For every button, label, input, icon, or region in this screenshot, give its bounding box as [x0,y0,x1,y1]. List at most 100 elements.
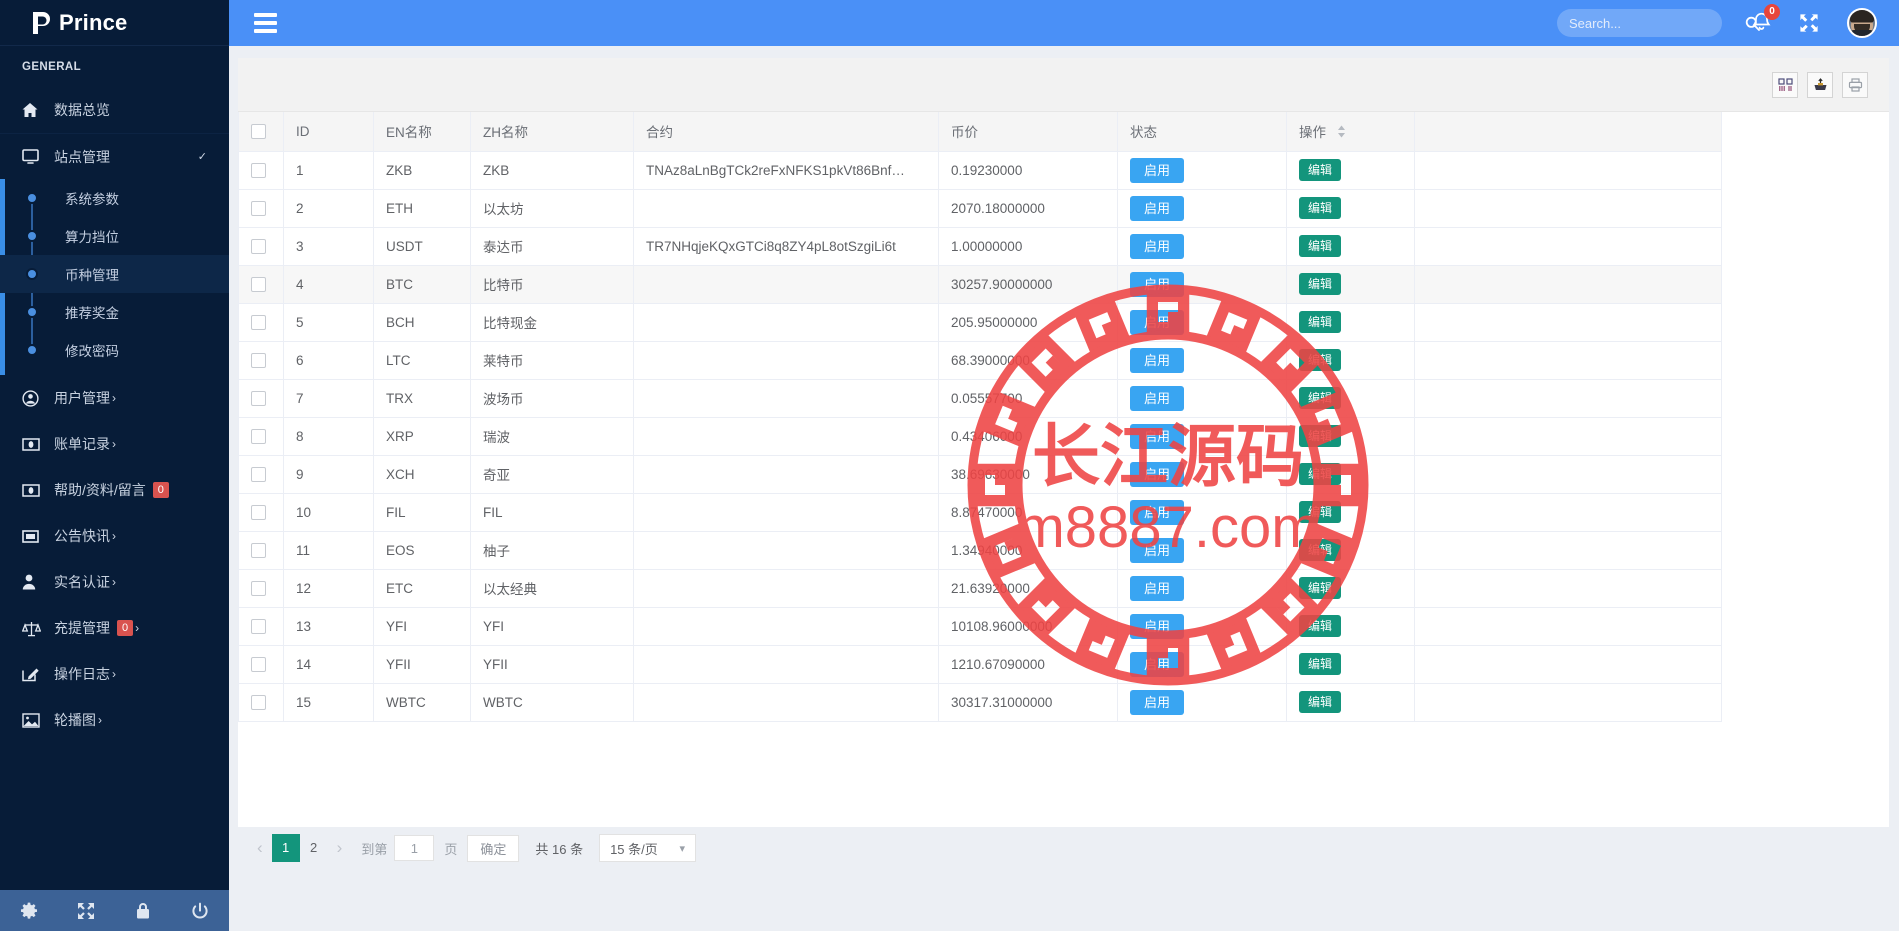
search-input[interactable] [1569,15,1745,31]
table-row[interactable]: 6 LTC 莱特币 68.39000000 启用 编辑 [238,341,1722,380]
sidebar-item-billing-records[interactable]: 账单记录 › [0,421,229,467]
search-box[interactable] [1557,9,1760,37]
row-checkbox[interactable] [251,276,266,292]
enable-button[interactable]: 启用 [1130,537,1185,563]
table-row[interactable]: 13 YFI YFI 10108.96000000 启用 编辑 [238,607,1722,646]
row-checkbox[interactable] [251,542,266,558]
table-row[interactable]: 2 ETH 以太坊 2070.18000000 启用 编辑 [238,189,1722,228]
row-checkbox[interactable] [251,504,266,520]
export-icon[interactable] [1807,71,1833,98]
edit-button[interactable]: 编辑 [1299,425,1342,447]
table-row[interactable]: 7 TRX 波场币 0.05557700 启用 编辑 [238,379,1722,418]
table-row[interactable]: 1 ZKB ZKB TNAz8aLnBgTCk2reFxNFKS1pkVt86Bnf…… [238,151,1722,190]
edit-button[interactable]: 编辑 [1299,273,1342,295]
enable-button[interactable]: 启用 [1130,423,1185,449]
sidebar-subitem-system-params[interactable]: 系统参数 [0,179,229,217]
sidebar-item-operation-log[interactable]: 操作日志 › [0,651,229,697]
row-checkbox[interactable] [251,618,266,634]
table-row[interactable]: 15 WBTC WBTC 30317.31000000 启用 编辑 [238,683,1722,722]
expand-arrows-icon[interactable] [1799,13,1819,33]
sidebar-subitem-referral-bonus[interactable]: 推荐奖金 [0,293,229,331]
edit-button[interactable]: 编辑 [1299,463,1342,485]
row-checkbox[interactable] [251,162,266,178]
edit-button[interactable]: 编辑 [1299,159,1342,181]
page-size-select[interactable]: 15 条/页 ▾ [599,834,697,862]
sidebar-item-help-docs-messages[interactable]: 帮助/资料/留言 0 [0,467,229,513]
row-checkbox[interactable] [251,466,266,482]
enable-button[interactable]: 启用 [1130,195,1185,221]
row-checkbox[interactable] [251,314,266,330]
table-row[interactable]: 8 XRP 瑞波 0.43406000 启用 编辑 [238,417,1722,456]
edit-button[interactable]: 编辑 [1299,615,1342,637]
enable-button[interactable]: 启用 [1130,461,1185,487]
col-id[interactable]: ID [283,112,374,152]
col-zh-name[interactable]: ZH名称 [470,112,634,152]
enable-button[interactable]: 启用 [1130,613,1185,639]
enable-button[interactable]: 启用 [1130,689,1185,715]
sidebar-item-user-management[interactable]: 用户管理 › [0,375,229,421]
edit-button[interactable]: 编辑 [1299,691,1342,713]
sidebar-item-site-management[interactable]: 站点管理 ✓ [0,133,229,179]
enable-button[interactable]: 启用 [1130,271,1185,297]
enable-button[interactable]: 启用 [1130,157,1185,183]
columns-icon[interactable] [1772,71,1798,98]
col-contract[interactable]: 合约 [633,112,939,152]
enable-button[interactable]: 启用 [1130,651,1185,677]
sidebar-item-announcements[interactable]: 公告快讯 › [0,513,229,559]
page-button-2[interactable]: 2 [300,834,328,862]
sort-icon[interactable] [1337,125,1346,141]
col-action[interactable]: 操作 [1286,112,1415,152]
sidebar-item-kyc[interactable]: 实名认证 › [0,559,229,605]
col-status[interactable]: 状态 [1117,112,1287,152]
table-row[interactable]: 11 EOS 柚子 1.34940000 启用 编辑 [238,531,1722,570]
enable-button[interactable]: 启用 [1130,575,1185,601]
col-price[interactable]: 币价 [938,112,1118,152]
edit-button[interactable]: 编辑 [1299,501,1342,523]
row-checkbox[interactable] [251,352,266,368]
print-icon[interactable] [1842,71,1868,98]
sidebar-subitem-change-password[interactable]: 修改密码 [0,331,229,369]
enable-button[interactable]: 启用 [1130,347,1185,373]
table-row[interactable]: 5 BCH 比特现金 205.95000000 启用 编辑 [238,303,1722,342]
edit-button[interactable]: 编辑 [1299,653,1342,675]
table-row[interactable]: 9 XCH 奇亚 38.69630000 启用 编辑 [238,455,1722,494]
row-checkbox[interactable] [251,200,266,216]
edit-button[interactable]: 编辑 [1299,349,1342,371]
enable-button[interactable]: 启用 [1130,233,1185,259]
edit-button[interactable]: 编辑 [1299,577,1342,599]
sidebar-item-deposit-withdraw[interactable]: 充提管理 0 › [0,605,229,651]
edit-button[interactable]: 编辑 [1299,311,1342,333]
notification-button[interactable]: 0 [1752,3,1780,36]
enable-button[interactable]: 启用 [1130,385,1185,411]
gear-icon[interactable] [0,902,57,920]
power-icon[interactable] [172,902,229,920]
row-checkbox[interactable] [251,580,266,596]
chevron-right-icon[interactable]: › [328,838,352,858]
hamburger-icon[interactable] [254,13,277,33]
chevron-left-icon[interactable]: ‹ [248,838,272,858]
enable-button[interactable]: 启用 [1130,499,1185,525]
user-avatar[interactable] [1847,8,1877,38]
lock-icon[interactable] [115,902,172,920]
table-row[interactable]: 12 ETC 以太经典 21.63920000 启用 编辑 [238,569,1722,608]
expand-icon[interactable] [57,902,114,920]
row-checkbox[interactable] [251,390,266,406]
enable-button[interactable]: 启用 [1130,309,1185,335]
row-checkbox[interactable] [251,694,266,710]
confirm-page-button[interactable]: 确定 [467,834,520,862]
edit-button[interactable]: 编辑 [1299,539,1342,561]
table-row[interactable]: 4 BTC 比特币 30257.90000000 启用 编辑 [238,265,1722,304]
row-checkbox[interactable] [251,656,266,672]
page-button-1[interactable]: 1 [271,834,300,862]
goto-page-input[interactable] [394,835,435,861]
col-en-name[interactable]: EN名称 [373,112,471,152]
edit-button[interactable]: 编辑 [1299,387,1342,409]
table-row[interactable]: 10 FIL FIL 8.87470000 启用 编辑 [238,493,1722,532]
edit-button[interactable]: 编辑 [1299,197,1342,219]
table-row[interactable]: 3 USDT 泰达币 TR7NHqjeKQxGTCi8q8ZY4pL8otSzgiLi… [238,227,1722,266]
row-checkbox[interactable] [251,428,266,444]
sidebar-item-carousel[interactable]: 轮播图 › [0,697,229,743]
table-row[interactable]: 14 YFII YFII 1210.67090000 启用 编辑 [238,645,1722,684]
select-all-checkbox[interactable] [251,124,266,140]
brand[interactable]: Prince [0,0,229,46]
